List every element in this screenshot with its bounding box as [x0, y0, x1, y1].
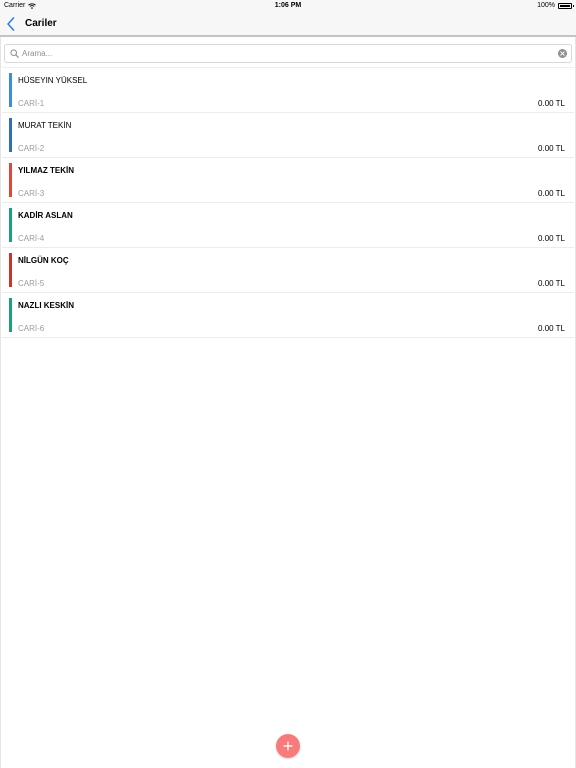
account-code: CARİ-6	[18, 324, 45, 333]
color-indicator	[9, 73, 12, 107]
account-name: NAZLI KESKİN	[18, 301, 74, 310]
chevron-left-icon[interactable]	[6, 16, 16, 32]
clear-icon[interactable]	[558, 49, 567, 58]
account-name: HÜSEYIN YÜKSEL	[18, 76, 88, 85]
account-balance: 0.00 TL	[538, 99, 565, 108]
battery-icon	[558, 3, 574, 9]
list-item[interactable]: KADİR ASLAN CARİ-4 0.00 TL	[2, 203, 574, 248]
account-code: CARİ-5	[18, 279, 45, 288]
account-balance: 0.00 TL	[538, 279, 565, 288]
account-name: NİLGÜN KOÇ	[18, 256, 69, 265]
list-item[interactable]: MURAT TEKİN CARİ-2 0.00 TL	[2, 113, 574, 158]
color-indicator	[9, 298, 12, 332]
search-icon	[10, 49, 19, 58]
status-right: 100%	[537, 0, 574, 12]
account-balance: 0.00 TL	[538, 234, 565, 243]
color-indicator	[9, 253, 12, 287]
account-balance: 0.00 TL	[538, 324, 565, 333]
status-bar: Carrier 1:06 PM 100%	[0, 0, 576, 12]
list-item[interactable]: HÜSEYIN YÜKSEL CARİ-1 0.00 TL	[2, 68, 574, 113]
account-list: HÜSEYIN YÜKSEL CARİ-1 0.00 TL MURAT TEKİN CA…	[2, 67, 574, 338]
color-indicator	[9, 163, 12, 197]
account-name: MURAT TEKİN	[18, 121, 72, 130]
list-item[interactable]: NİLGÜN KOÇ CARİ-5 0.00 TL	[2, 248, 574, 293]
account-balance: 0.00 TL	[538, 189, 565, 198]
search-bar	[4, 44, 572, 63]
color-indicator	[9, 208, 12, 242]
account-name: KADİR ASLAN	[18, 211, 73, 220]
account-balance: 0.00 TL	[538, 144, 565, 153]
page-title: Cariler	[25, 18, 57, 29]
account-code: CARİ-4	[18, 234, 45, 243]
left-border	[0, 37, 1, 768]
account-name: YILMAZ TEKİN	[18, 166, 74, 175]
plus-icon	[283, 741, 293, 751]
account-code: CARİ-2	[18, 144, 45, 153]
add-button[interactable]	[276, 734, 300, 758]
list-item[interactable]: YILMAZ TEKİN CARİ-3 0.00 TL	[2, 158, 574, 203]
color-indicator	[9, 118, 12, 152]
search-input[interactable]	[22, 46, 552, 61]
navigation-bar: Cariler	[0, 12, 576, 37]
battery-percent: 100%	[537, 2, 555, 9]
account-code: CARİ-3	[18, 189, 45, 198]
list-item[interactable]: NAZLI KESKİN CARİ-6 0.00 TL	[2, 293, 574, 338]
status-time: 1:06 PM	[274, 2, 302, 9]
account-code: CARİ-1	[18, 99, 45, 108]
